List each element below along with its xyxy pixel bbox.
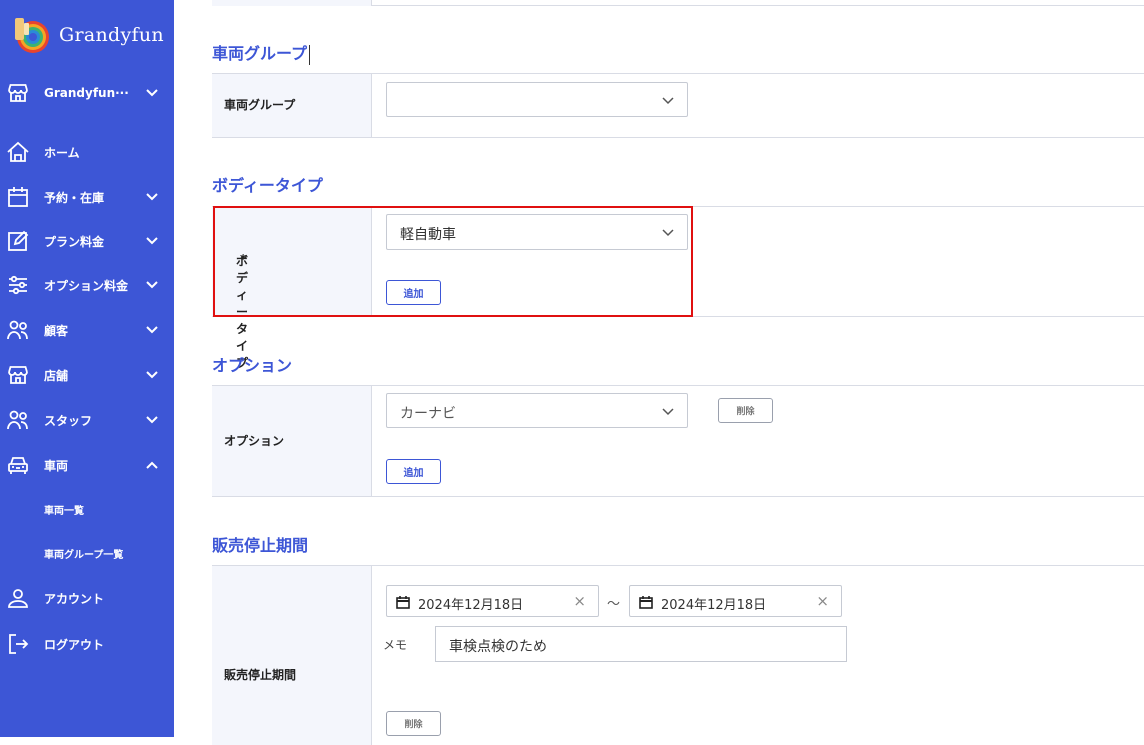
text-caret [309, 44, 311, 65]
sidebar-item-label: 顧客 [44, 323, 69, 338]
sidebar-item-label: アカウント [44, 591, 105, 606]
calendar-icon [8, 187, 28, 207]
highlight-box [213, 206, 693, 317]
field-label: 販売停止期間 [224, 668, 297, 682]
sidebar-item-label: プラン料金 [44, 234, 105, 249]
sidebar-item-plan-pricing[interactable]: プラン料金 [0, 224, 174, 258]
sidebar-subitem-label: 車両一覧 [44, 505, 84, 517]
field-label-cell: 販売停止期間 [212, 566, 372, 745]
sidebar-item-label: 店舗 [44, 368, 69, 383]
sidebar-subitem-vehicle-group-list[interactable]: 車両グループ一覧 [0, 539, 174, 567]
sidebar-item-label: 車両 [44, 458, 69, 473]
section-title-vehicle-group: 車両グループ [212, 40, 311, 65]
logo-icon [12, 15, 52, 55]
end-date-value: 2024年12月18日 [661, 598, 767, 613]
chevron-down-icon [662, 97, 674, 105]
delete-suspension-button[interactable]: 削除 [386, 711, 441, 736]
section-title-body-type: ボディータイプ [212, 176, 323, 195]
clear-icon[interactable]: × [816, 592, 829, 610]
chevron-down-icon [146, 193, 158, 201]
sidebar-item-label: Grandyfun··· [44, 86, 129, 100]
chevron-down-icon [146, 326, 158, 334]
sidebar-item-reservations[interactable]: 予約・在庫 [0, 180, 174, 214]
home-icon [7, 141, 29, 162]
sidebar-item-logout[interactable]: ログアウト [0, 627, 174, 661]
chevron-up-icon [146, 461, 158, 469]
store-icon [8, 366, 28, 384]
sidebar-subitem-vehicle-list[interactable]: 車両一覧 [0, 495, 174, 523]
sidebar-item-home[interactable]: ホーム [0, 135, 174, 169]
end-date-input[interactable]: 2024年12月18日 × [629, 585, 842, 617]
select-value: カーナビ [400, 406, 456, 422]
memo-label: メモ [383, 638, 408, 652]
start-date-value: 2024年12月18日 [418, 598, 524, 613]
users-icon [7, 320, 28, 340]
sidebar-item-customers[interactable]: 顧客 [0, 313, 174, 347]
delete-option-button[interactable]: 削除 [718, 398, 773, 423]
previous-row-remnant [212, 0, 1144, 6]
logout-icon [9, 634, 29, 654]
sidebar-item-label: スタッフ [44, 413, 93, 428]
memo-value: 車検点検のため [449, 639, 547, 655]
chevron-down-icon [146, 416, 158, 424]
sidebar-item-option-pricing[interactable]: オプション料金 [0, 268, 174, 302]
add-option-button[interactable]: 追加 [386, 459, 441, 484]
option-select[interactable]: カーナビ [386, 393, 688, 428]
sidebar-item-label: ログアウト [44, 637, 105, 652]
field-label-cell: オプション [212, 386, 372, 496]
users-icon [7, 410, 28, 430]
date-range-separator: ～ [607, 597, 621, 612]
brand-name: Grandyfun [59, 24, 164, 46]
sidebar-item-vehicles[interactable]: 車両 [0, 448, 174, 482]
sidebar-item-stores[interactable]: 店舗 [0, 358, 174, 392]
vehicle-group-row: 車両グループ [212, 73, 1144, 138]
clear-icon[interactable]: × [573, 592, 586, 610]
sidebar: Grandyfun Grandyfun··· ホーム 予約・在庫 プラン料金 オ… [0, 0, 174, 737]
sliders-icon [9, 275, 27, 295]
user-icon [8, 589, 28, 608]
chevron-down-icon [662, 408, 674, 416]
calendar-icon [396, 596, 410, 609]
suspension-period-row: 販売停止期間 2024年12月18日 × ～ 2024年12月18日 × メモ … [212, 565, 1144, 745]
sidebar-item-label: オプション料金 [44, 278, 129, 293]
memo-input[interactable]: 車検点検のため [435, 626, 847, 662]
main-content: 車両グループ 車両グループ ボディータイプ ボディータイプ * 軽自動車 追加 オ… [174, 0, 1144, 745]
field-label: オプション [224, 434, 285, 448]
chevron-down-icon [146, 89, 158, 97]
start-date-input[interactable]: 2024年12月18日 × [386, 585, 599, 617]
chevron-down-icon [146, 371, 158, 379]
vehicle-group-select[interactable] [386, 82, 688, 117]
sidebar-item-label: ホーム [44, 145, 80, 160]
sidebar-item-store-selector[interactable]: Grandyfun··· [0, 76, 174, 110]
sidebar-subitem-label: 車両グループ一覧 [44, 549, 124, 561]
field-label-cell: 車両グループ [212, 74, 372, 137]
calendar-icon [639, 596, 653, 609]
edit-icon [8, 230, 29, 251]
option-row: オプション カーナビ 削除 追加 [212, 385, 1144, 497]
sidebar-item-staff[interactable]: スタッフ [0, 403, 174, 437]
section-title-suspension-period: 販売停止期間 [212, 536, 309, 555]
car-icon [8, 457, 28, 474]
store-icon [8, 84, 28, 102]
sidebar-item-label: 予約・在庫 [44, 190, 105, 205]
brand-logo[interactable]: Grandyfun [12, 14, 164, 56]
section-title-option: オプション [212, 356, 293, 375]
chevron-down-icon [146, 237, 158, 245]
chevron-down-icon [146, 281, 158, 289]
sidebar-item-account[interactable]: アカウント [0, 581, 174, 615]
field-label: 車両グループ [224, 98, 296, 112]
